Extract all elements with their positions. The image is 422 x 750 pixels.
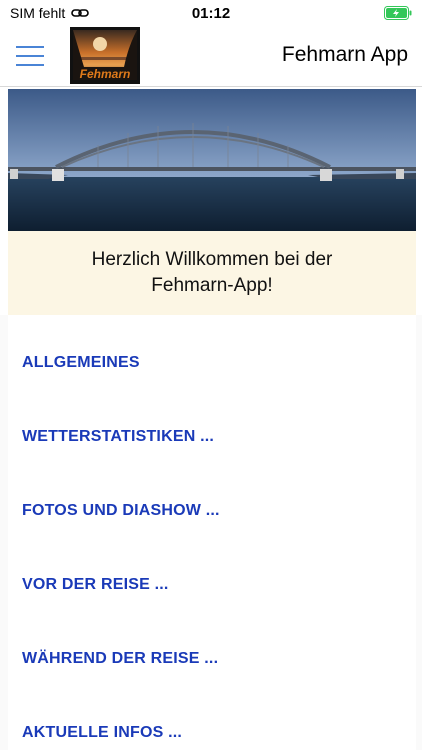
fehmarn-logo: Fehmarn: [70, 27, 140, 84]
left-margin: [0, 315, 8, 750]
navigation-bar: Fehmarn Fehmarn App: [0, 26, 422, 87]
battery-charging-icon: [384, 6, 412, 20]
status-bar: SIM fehlt 01:12: [0, 0, 422, 26]
welcome-text: Herzlich Willkommen bei der Fehmarn-App!: [62, 247, 362, 299]
welcome-banner: Herzlich Willkommen bei der Fehmarn-App!: [8, 231, 416, 315]
page-title: Fehmarn App: [281, 43, 408, 66]
menu-item-aktuelle-infos[interactable]: AKTUELLE INFOS ...: [22, 724, 182, 742]
svg-text:Fehmarn: Fehmarn: [80, 67, 131, 81]
menu-item-fotos-und-diashow[interactable]: FOTOS UND DIASHOW ...: [22, 502, 220, 520]
menu-item-waehrend-der-reise[interactable]: WÄHREND DER REISE ...: [22, 650, 218, 668]
menu-item-allgemeines[interactable]: ALLGEMEINES: [22, 354, 140, 372]
clock: 01:12: [191, 5, 231, 22]
right-margin: [416, 315, 422, 750]
menu-item-vor-der-reise[interactable]: VOR DER REISE ...: [22, 576, 169, 594]
menu-item-wetterstatistiken[interactable]: WETTERSTATISTIKEN ...: [22, 428, 214, 446]
hamburger-menu-button[interactable]: [16, 42, 44, 70]
bridge-hero-image: [8, 89, 416, 231]
welcome-line-2: Fehmarn-App!: [151, 275, 273, 296]
welcome-line-1: Herzlich Willkommen bei der: [91, 249, 333, 270]
main-menu-list: ALLGEMEINES WETTERSTATISTIKEN ... FOTOS …: [8, 315, 416, 750]
